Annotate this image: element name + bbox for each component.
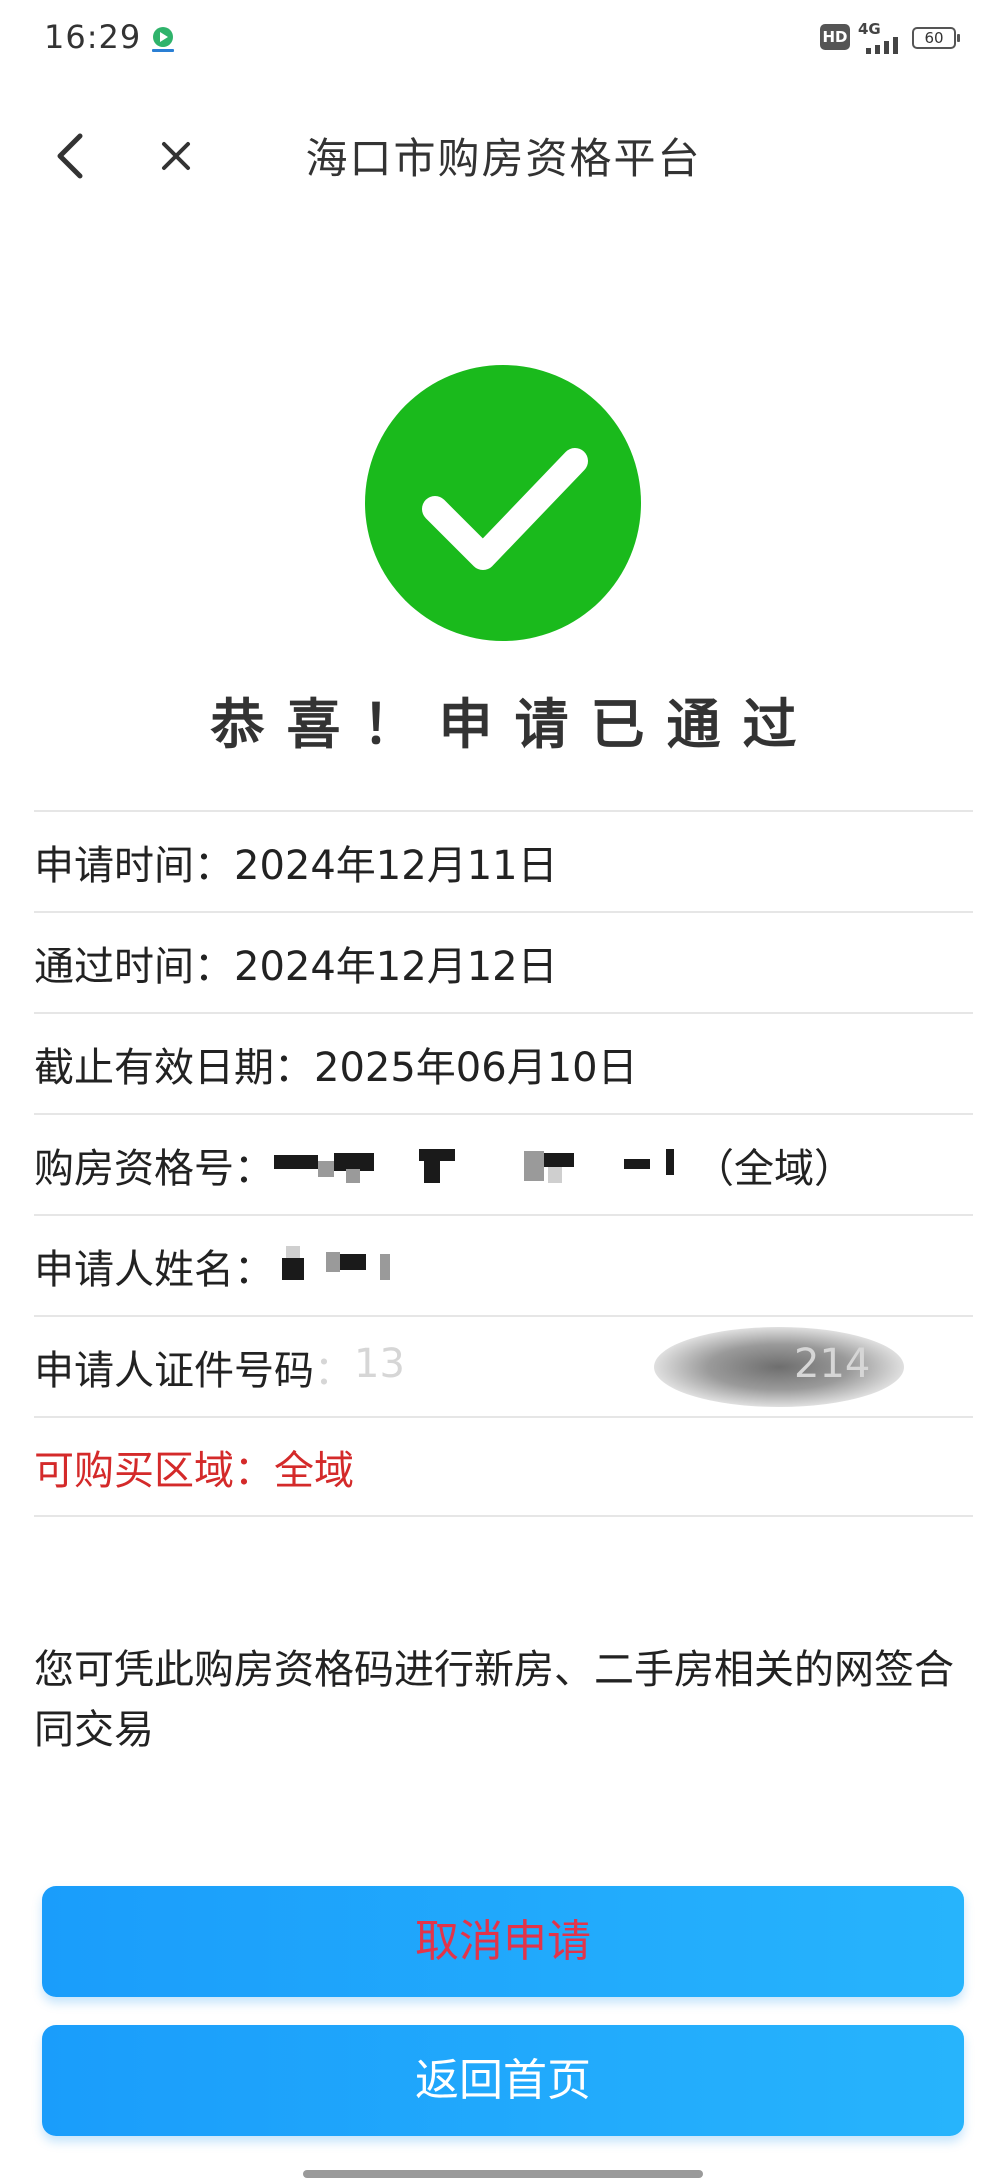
info-colon: ： — [314, 1347, 354, 1394]
info-row-applicant-name: 申请人姓名： — [34, 1214, 973, 1315]
info-row-expiry: 截止有效日期： 2025年06月10日 — [34, 1012, 973, 1113]
status-bar: 16:29 HD 4G 60 — [0, 0, 1007, 80]
info-row-pass-time: 通过时间： 2024年12月12日 — [34, 911, 973, 1012]
info-label: 申请人姓名 — [34, 1246, 234, 1293]
screen: 16:29 HD 4G 60 海口市购房资格平台 恭喜！申请已通过 申请时间 ：… — [0, 0, 1007, 2182]
hd-badge: HD — [820, 24, 850, 50]
redacted-id-number: 13 214 — [354, 1326, 904, 1407]
cancel-application-button[interactable]: 取消申请 — [42, 1886, 964, 1997]
id-prefix: 13 — [354, 1340, 405, 1387]
app-notification-icon — [152, 27, 174, 52]
home-indicator[interactable] — [303, 2170, 703, 2178]
info-colon: ： — [234, 1145, 274, 1192]
info-value: 2024年12月12日 — [234, 943, 558, 990]
redacted-qualification-number — [274, 1145, 694, 1185]
redacted-applicant-name — [274, 1245, 414, 1286]
info-label: 申请时间 — [34, 842, 194, 889]
signal-icon — [866, 37, 898, 54]
info-label: 申请人证件号码 — [34, 1347, 314, 1394]
nav-bar: 海口市购房资格平台 — [0, 100, 1007, 210]
info-list: 申请时间： 2024年12月11日 通过时间： 2024年12月12日 截止有效日期… — [34, 810, 973, 1517]
info-value: 2024年12月11日 — [234, 842, 558, 889]
info-label: 购房资格号 — [34, 1145, 234, 1192]
success-title: 恭喜！申请已通过 — [210, 693, 819, 756]
info-value: 全域 — [274, 1447, 354, 1494]
qualification-suffix: （全域） — [694, 1145, 854, 1192]
info-label: 截止有效日期 — [34, 1044, 274, 1091]
id-suffix: 214 — [794, 1340, 871, 1387]
info-row-id-number: 申请人证件号码： 13 214 — [34, 1315, 973, 1416]
info-colon: ： — [234, 1246, 274, 1293]
info-row-apply-time: 申请时间： 2024年12月11日 — [34, 810, 973, 911]
info-row-qualification-no: 购房资格号： （全域） — [34, 1113, 973, 1214]
page-title: 海口市购房资格平台 — [305, 134, 702, 183]
check-circle-icon — [365, 365, 641, 641]
info-row-region: 可购买区域：全域 — [34, 1416, 973, 1517]
battery-icon: 60 — [912, 27, 960, 49]
info-colon: ： — [194, 842, 234, 889]
usage-note: 您可凭此购房资格码进行新房、二手房相关的网签合同交易 — [34, 1647, 954, 1753]
info-colon: ： — [274, 1044, 314, 1091]
status-time: 16:29 — [44, 18, 142, 56]
info-label: 可购买区域 — [34, 1447, 234, 1494]
info-value: 2025年06月10日 — [314, 1044, 638, 1091]
info-colon: ： — [194, 943, 234, 990]
return-home-button[interactable]: 返回首页 — [42, 2025, 964, 2136]
info-colon: ： — [234, 1447, 274, 1494]
info-label: 通过时间 — [34, 943, 194, 990]
